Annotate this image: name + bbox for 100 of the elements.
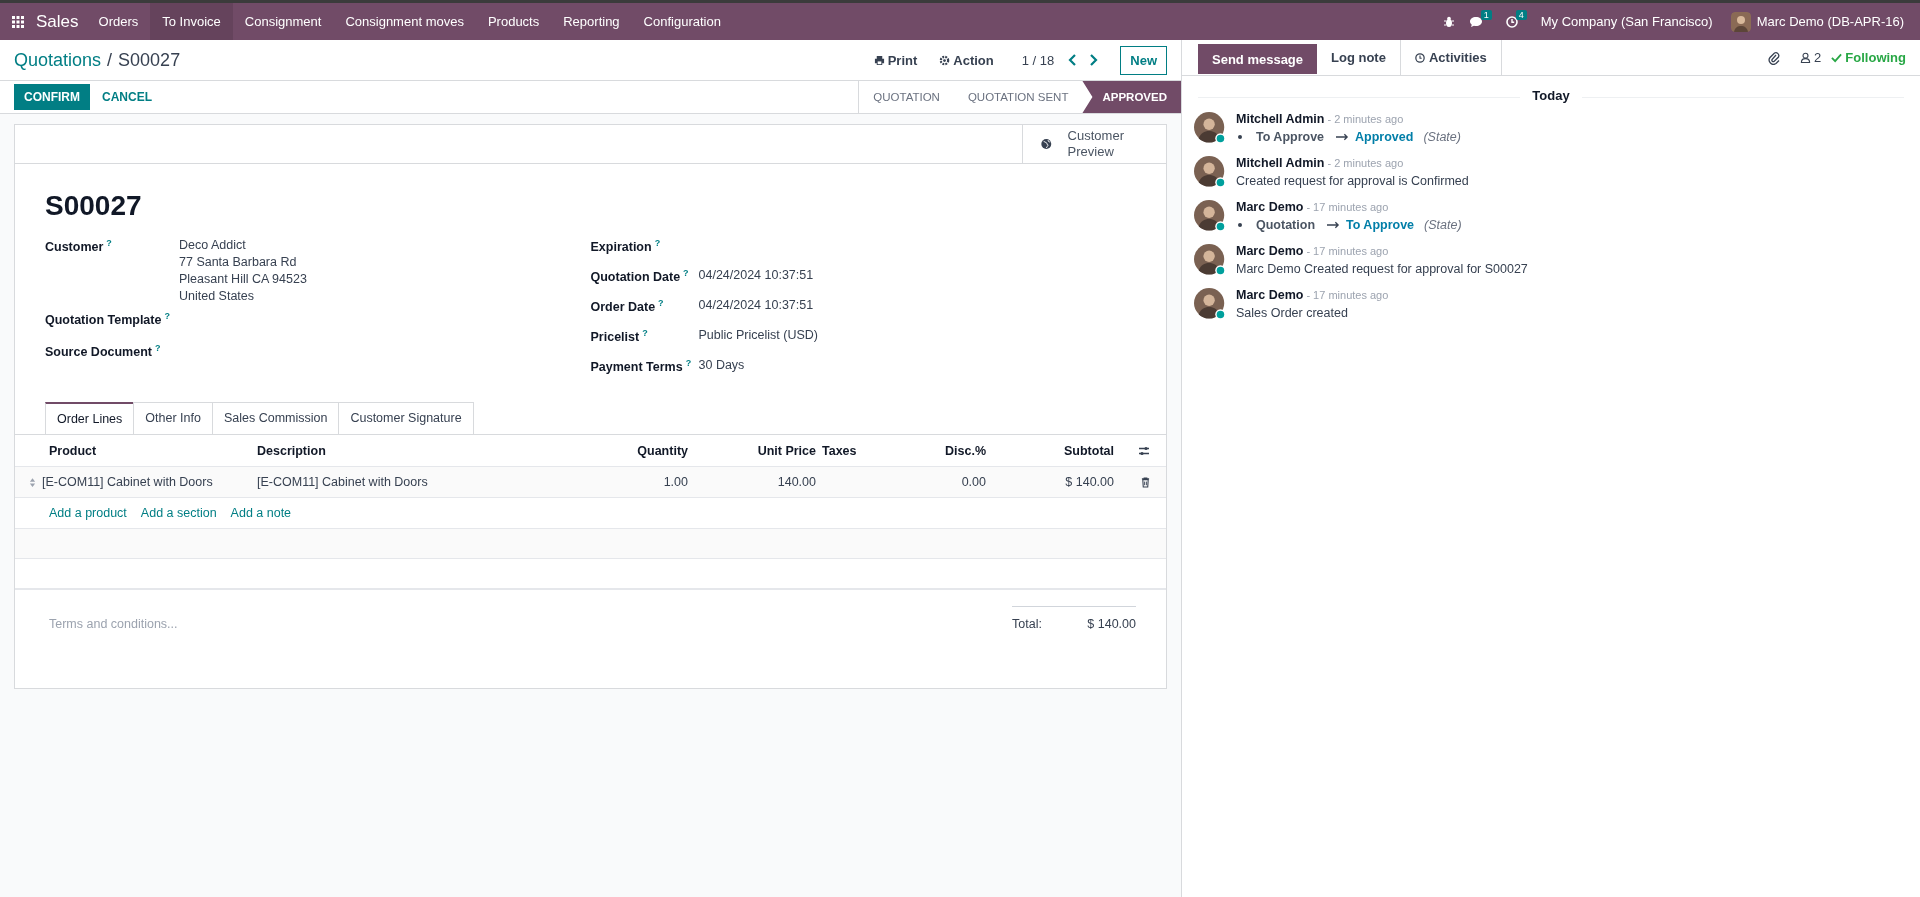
user-avatar-icon[interactable] — [1730, 11, 1751, 32]
message-body: Marc Demo Created request for approval for S00027 — [1236, 262, 1528, 276]
clock-icon — [1414, 52, 1425, 63]
confirm-button[interactable]: CONFIRM — [14, 84, 90, 110]
date-separator: Today — [1520, 88, 1582, 104]
message-time: - 2 minutes ago — [1327, 113, 1404, 125]
column-header[interactable]: Description — [257, 443, 574, 458]
table-cell-text: 1.00 — [662, 475, 689, 489]
help-marker[interactable]: ? — [154, 343, 161, 353]
avatar-icon — [1194, 288, 1228, 322]
field-label: Customer — [45, 240, 104, 255]
menu-item[interactable]: Consignment moves — [333, 3, 476, 40]
breadcrumb-current: S00027 — [118, 49, 181, 71]
message-time: - 17 minutes ago — [1306, 289, 1389, 301]
menu-item[interactable]: To Invoice — [150, 3, 233, 40]
order-number: S00027 — [45, 190, 143, 222]
pager-value[interactable]: 1 / 18 — [1021, 52, 1055, 68]
message-body: Sales Order created — [1236, 306, 1349, 320]
help-marker[interactable]: ? — [658, 298, 664, 308]
column-header[interactable]: Product — [49, 443, 257, 458]
menu-item[interactable]: Consignment — [232, 3, 334, 40]
clock-icon[interactable] — [1505, 15, 1518, 28]
drag-handle-icon[interactable] — [29, 476, 36, 488]
apps-menu-icon[interactable] — [12, 15, 24, 28]
message-author: Marc Demo — [1236, 200, 1304, 214]
add-line-link[interactable]: Add a note — [230, 506, 292, 520]
tracked-field: (State) — [1423, 130, 1461, 144]
help-marker[interactable]: ? — [106, 238, 112, 248]
column-options-icon[interactable] — [1138, 444, 1150, 457]
message-author: Mitchell Admin — [1236, 156, 1325, 170]
help-marker[interactable]: ? — [642, 328, 648, 338]
activities-button[interactable]: Activities — [1399, 40, 1502, 75]
field-value: 04/24/2024 10:37:51 — [698, 298, 814, 312]
field-label: Quotation Template — [45, 313, 162, 328]
status-stage[interactable]: APPROVED — [1082, 81, 1181, 113]
notebook-tab[interactable]: Order Lines — [45, 402, 135, 434]
field-label: Pricelist — [590, 330, 640, 345]
field-label: Order Date — [590, 300, 656, 315]
help-marker[interactable]: ? — [685, 358, 692, 368]
message-author: Marc Demo — [1236, 244, 1304, 258]
action-button[interactable]: Action — [933, 52, 1000, 68]
avatar-icon — [1194, 200, 1228, 234]
avatar-icon — [1194, 112, 1228, 146]
chat-icon[interactable] — [1468, 15, 1483, 28]
column-header[interactable]: Unit Price — [694, 443, 822, 458]
message-time: - 17 minutes ago — [1306, 201, 1389, 213]
field-label: Quotation Date — [590, 270, 681, 285]
total-value: $ 140.00 — [1087, 617, 1136, 631]
notebook-tab[interactable]: Customer Signature — [338, 402, 474, 434]
avatar-icon — [1194, 156, 1228, 190]
column-header[interactable]: Quantity — [574, 443, 694, 458]
breadcrumb-link[interactable]: Quotations — [14, 49, 102, 71]
paperclip-icon[interactable] — [1768, 50, 1781, 65]
menu-item[interactable]: Reporting — [551, 3, 632, 40]
printer-icon — [873, 54, 885, 66]
help-marker[interactable]: ? — [654, 238, 661, 248]
followers-button[interactable]: 2 — [1800, 50, 1822, 65]
table-cell-text: 140.00 — [776, 475, 817, 489]
activity-count: 4 — [1515, 9, 1527, 20]
field-value: United States — [179, 289, 256, 303]
bullet-icon — [1238, 223, 1242, 227]
menu-item[interactable]: Configuration — [631, 3, 733, 40]
menu-item[interactable]: Orders — [86, 3, 151, 40]
table-cell: [E-COM11] Cabinet with Doors — [42, 475, 213, 489]
print-button[interactable]: Print — [867, 52, 924, 68]
table-cell-text: [E-COM11] Cabinet with Doors — [257, 475, 429, 489]
message-body: Created request for approval is Confirmed — [1236, 174, 1469, 188]
new-button[interactable]: New — [1120, 45, 1167, 75]
message-time: - 2 minutes ago — [1327, 157, 1404, 169]
column-header[interactable]: Disc.% — [902, 443, 992, 458]
company-switcher[interactable]: My Company (San Francisco) — [1540, 14, 1713, 29]
column-header[interactable]: Subtotal — [992, 443, 1120, 458]
avatar-icon — [1194, 244, 1228, 278]
globe-icon — [1041, 136, 1052, 152]
new-value: To Approve — [1346, 218, 1415, 232]
menu-item[interactable]: Products — [475, 3, 552, 40]
table-cell-text: $ 140.00 — [1064, 475, 1115, 489]
message-count: 1 — [1480, 9, 1492, 20]
add-line-link[interactable]: Add a product — [49, 506, 127, 520]
cancel-button[interactable]: CANCEL — [94, 84, 160, 110]
message-author: Mitchell Admin — [1236, 112, 1325, 126]
next-icon[interactable] — [1088, 54, 1099, 66]
new-value: Approved — [1355, 130, 1414, 144]
column-header[interactable]: Taxes — [822, 443, 902, 458]
help-marker[interactable]: ? — [683, 268, 689, 278]
previous-icon[interactable] — [1068, 54, 1079, 66]
bug-icon[interactable] — [1442, 15, 1455, 28]
field-value: 04/24/2024 10:37:51 — [698, 268, 814, 282]
message-time: - 17 minutes ago — [1306, 245, 1389, 257]
trash-icon[interactable] — [1141, 476, 1150, 488]
arrow-icon — [1336, 133, 1350, 141]
field-label: Payment Terms — [590, 360, 683, 375]
send-message-button[interactable]: Send message — [1198, 44, 1318, 74]
field-label: Expiration — [590, 240, 652, 255]
app-name[interactable]: Sales — [36, 11, 79, 32]
gear-icon — [939, 54, 951, 66]
tracked-field: (State) — [1424, 218, 1462, 232]
help-marker[interactable]: ? — [164, 311, 170, 321]
user-menu[interactable]: Marc Demo (DB-APR-16) — [1756, 14, 1904, 29]
add-line-link[interactable]: Add a section — [140, 506, 217, 520]
